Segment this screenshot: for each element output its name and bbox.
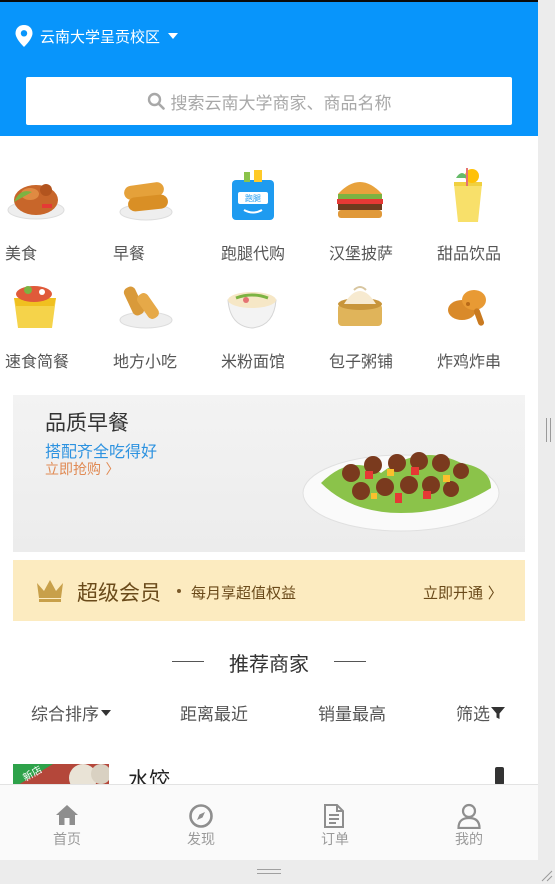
window-bottom-bar bbox=[0, 860, 555, 884]
drink-icon bbox=[454, 168, 482, 222]
home-icon bbox=[56, 805, 78, 825]
tab-mine[interactable]: 我的 bbox=[402, 785, 536, 860]
order-icon bbox=[324, 804, 344, 828]
category-label: 美食 bbox=[5, 244, 38, 263]
tab-label: 我的 bbox=[455, 832, 483, 848]
category-label: 早餐 bbox=[113, 244, 146, 263]
tab-label: 订单 bbox=[321, 832, 349, 848]
category-label: 甜品饮品 bbox=[437, 244, 502, 263]
sort-label: 筛选 bbox=[456, 705, 490, 725]
vip-description: 每月享超值权益 bbox=[191, 584, 297, 602]
roast-chicken-icon bbox=[7, 184, 65, 220]
category-item-breakfast[interactable]: 早餐 bbox=[108, 160, 208, 263]
crown-icon bbox=[37, 580, 63, 602]
compass-icon bbox=[189, 804, 213, 828]
category-item-fast-food[interactable]: 速食简餐 bbox=[0, 268, 100, 371]
location-pin-icon bbox=[15, 25, 33, 47]
category-label: 跑腿代购 bbox=[221, 244, 286, 263]
category-item-buns[interactable]: 包子粥铺 bbox=[324, 268, 424, 371]
tab-bar: 首页 发现 订单 我的 bbox=[0, 784, 538, 860]
banner-cta[interactable]: 立即抢购 〉 bbox=[45, 459, 119, 479]
category-item-burger[interactable]: 汉堡披萨 bbox=[324, 160, 424, 263]
category-item-fried-chicken[interactable]: 炸鸡炸串 bbox=[432, 268, 532, 371]
location-label: 云南大学呈贡校区 bbox=[40, 27, 161, 46]
category-label: 地方小吃 bbox=[113, 352, 178, 371]
spring-roll-icon bbox=[119, 286, 173, 329]
burger-icon bbox=[337, 182, 383, 218]
category-item-drinks[interactable]: 甜品饮品 bbox=[432, 160, 532, 263]
category-label: 炸鸡炸串 bbox=[437, 352, 502, 371]
tab-discover[interactable]: 发现 bbox=[134, 785, 268, 860]
location-selector[interactable]: 云南大学呈贡校区 bbox=[14, 24, 179, 48]
noodle-bowl-icon bbox=[227, 292, 277, 329]
sort-bar: 综合排序 距离最近 销量最高 筛选 bbox=[0, 700, 538, 726]
category-label: 汉堡披萨 bbox=[329, 244, 394, 263]
search-input[interactable]: 搜索云南大学商家、商品名称 bbox=[26, 77, 512, 125]
filter-icon bbox=[491, 706, 505, 719]
steamed-bun-icon bbox=[338, 286, 382, 326]
sort-top-sales[interactable]: 销量最高 bbox=[318, 700, 386, 725]
sort-label: 距离最近 bbox=[180, 705, 248, 725]
category-item-errand[interactable]: 跑腿 跑腿代购 bbox=[216, 160, 316, 263]
vip-membership-bar[interactable]: 超级会员 每月享超值权益 立即开通 〉 bbox=[13, 560, 525, 621]
vip-open-button[interactable]: 立即开通 〉 bbox=[423, 582, 503, 603]
app-view: 云南大学呈贡校区 搜索云南大学商家、商品名称 美食 早餐 跑腿 跑腿代购 汉堡披… bbox=[0, 2, 538, 860]
header: 云南大学呈贡校区 搜索云南大学商家、商品名称 bbox=[0, 2, 538, 136]
vertical-scrollbar[interactable] bbox=[538, 0, 555, 884]
fast-food-icon bbox=[14, 286, 56, 328]
category-label: 包子粥铺 bbox=[329, 352, 394, 371]
tab-label: 发现 bbox=[187, 832, 215, 848]
chevron-down-icon bbox=[168, 33, 179, 39]
vip-name: 超级会员 bbox=[77, 581, 161, 605]
scrollbar-grip[interactable] bbox=[546, 418, 551, 442]
resize-corner-icon[interactable] bbox=[539, 868, 553, 882]
bottom-resize-grip[interactable] bbox=[257, 869, 281, 874]
sort-label: 销量最高 bbox=[318, 705, 386, 725]
recommend-section-title: 推荐商家 bbox=[0, 648, 538, 676]
kebab-plate-image bbox=[302, 452, 500, 532]
filter-button[interactable]: 筛选 bbox=[456, 700, 506, 725]
fried-chicken-icon bbox=[448, 290, 486, 326]
sort-comprehensive[interactable]: 综合排序 bbox=[31, 700, 111, 725]
shop-status-marker bbox=[495, 767, 504, 785]
category-label: 米粉面馆 bbox=[221, 352, 286, 371]
errand-bag-icon: 跑腿 bbox=[232, 170, 274, 220]
category-item-snacks[interactable]: 地方小吃 bbox=[108, 268, 208, 371]
title-divider-right bbox=[334, 661, 366, 662]
separator-dot bbox=[177, 589, 181, 593]
sort-nearest[interactable]: 距离最近 bbox=[180, 700, 248, 725]
category-label: 速食简餐 bbox=[5, 352, 70, 371]
sort-label: 综合排序 bbox=[31, 705, 99, 725]
banner-title: 品质早餐 bbox=[45, 411, 129, 435]
tab-home[interactable]: 首页 bbox=[0, 785, 134, 860]
search-icon bbox=[147, 92, 165, 110]
svg-text:跑腿: 跑腿 bbox=[245, 194, 261, 203]
category-item-food[interactable]: 美食 bbox=[0, 160, 100, 263]
search-placeholder: 搜索云南大学商家、商品名称 bbox=[170, 93, 392, 114]
tab-label: 首页 bbox=[53, 832, 81, 848]
title-divider-left bbox=[172, 661, 204, 662]
caret-down-icon bbox=[101, 709, 111, 716]
user-icon bbox=[457, 803, 481, 829]
breakfast-banner[interactable]: 品质早餐 搭配齐全吃得好 立即抢购 〉 bbox=[13, 395, 525, 552]
bread-icon bbox=[119, 182, 173, 221]
category-item-noodles[interactable]: 米粉面馆 bbox=[216, 268, 316, 371]
recommend-title: 推荐商家 bbox=[229, 652, 309, 676]
tab-orders[interactable]: 订单 bbox=[268, 785, 402, 860]
